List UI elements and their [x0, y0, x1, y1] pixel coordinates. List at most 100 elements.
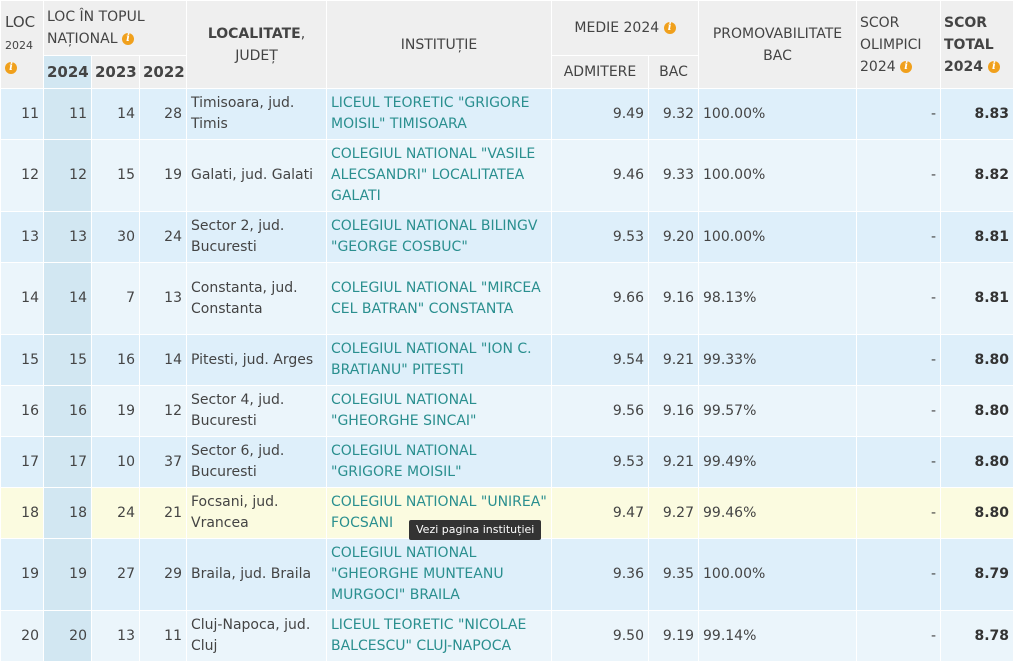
admitere-cell: 9.47	[551, 487, 649, 539]
year-2024-header[interactable]: 2024	[43, 55, 92, 89]
bac-cell: 9.21	[648, 436, 699, 488]
admitere-cell: 9.53	[551, 436, 649, 488]
institution-link[interactable]: LICEUL TEORETIC "NICOLAE BALCESCU" CLUJ-…	[331, 617, 526, 654]
scor-olimpici-cell: -	[856, 538, 941, 611]
institutie-header[interactable]: INSTITUȚIE	[326, 0, 552, 89]
county-name: , jud. Braila	[231, 566, 312, 582]
rank-cell: 13	[0, 211, 44, 263]
promovabilitate-cell: 100.00%	[698, 88, 857, 140]
scor-total-cell: 8.80	[940, 436, 1014, 488]
promovabilitate-cell: 99.46%	[698, 487, 857, 539]
table-row[interactable]: 19 19 27 29 Braila, jud. Braila COLEGIUL NATI…	[0, 538, 1014, 611]
rank-2022-cell: 13	[139, 262, 187, 335]
city-name: Galati	[191, 167, 233, 183]
rank-2022-cell: 14	[139, 334, 187, 386]
promovabilitate-header[interactable]: PROMOVABILITATE BAC	[698, 0, 857, 89]
rank-2023-cell: 27	[91, 538, 140, 611]
city-name: Focsani	[191, 494, 244, 510]
bac-cell: 9.19	[648, 610, 699, 662]
promovabilitate-cell: 99.57%	[698, 385, 857, 437]
info-icon[interactable]: i	[900, 60, 913, 73]
institution-link[interactable]: COLEGIUL NATIONAL "GHEORGHE SINCAI"	[331, 392, 477, 429]
rank-2023-cell: 16	[91, 334, 140, 386]
rank-2022-cell: 37	[139, 436, 187, 488]
rank-cell: 11	[0, 88, 44, 140]
scor-total-cell: 8.80	[940, 385, 1014, 437]
institution-link[interactable]: COLEGIUL NATIONAL BILINGV "GEORGE COSBUC…	[331, 218, 537, 255]
scor-total-cell: 8.83	[940, 88, 1014, 140]
scor-total-cell: 8.80	[940, 487, 1014, 539]
scor-total-header[interactable]: SCOR TOTAL 2024 i	[940, 0, 1014, 89]
admitere-header[interactable]: ADMITERE	[551, 55, 649, 89]
table-row[interactable]: 15 15 16 14 Pitesti, jud. Arges COLEGIUL NATI…	[0, 334, 1014, 386]
city-name: Pitesti	[191, 351, 234, 368]
scor-olimpici-header[interactable]: SCOR OLIMPICI 2024 i	[856, 0, 941, 89]
institution-link[interactable]: LICEUL TEORETIC "GRIGORE MOISIL" TIMISOA…	[331, 95, 530, 132]
rank-2022-cell: 11	[139, 610, 187, 662]
institution-link[interactable]: COLEGIUL NATIONAL "ION C. BRATIANU" PITE…	[331, 341, 532, 378]
rank-cell: 19	[0, 538, 44, 611]
table-row[interactable]: 18 18 24 21 Focsani, jud. Vrancea COLEGIUL NA…	[0, 487, 1014, 540]
scor-total-cell: 8.81	[940, 211, 1014, 263]
info-icon[interactable]: i	[663, 22, 676, 34]
institution-link[interactable]: COLEGIUL NATIONAL "VASILE ALECSANDRI" LO…	[331, 146, 535, 204]
table-row[interactable]: 17 17 10 37 Sector 6, jud. Bucuresti COLEGIUL…	[0, 436, 1014, 488]
bac-header[interactable]: BAC	[648, 55, 699, 89]
institution-link[interactable]: COLEGIUL NATIONAL "MIRCEA CEL BATRAN" CO…	[331, 280, 541, 317]
location-cell: Galati, jud. Galati	[186, 139, 327, 212]
year-2022-header[interactable]: 2022	[139, 55, 187, 89]
info-icon[interactable]: i	[121, 33, 134, 45]
city-name: Braila	[191, 566, 232, 582]
rank-2023-cell: 10	[91, 436, 140, 488]
city-name: Constanta	[191, 279, 263, 296]
loc-header[interactable]: LOC 2024 i	[0, 0, 44, 89]
city-name: Sector 2	[191, 218, 250, 234]
promovabilitate-cell: 99.33%	[698, 334, 857, 386]
bac-cell: 9.21	[648, 334, 699, 386]
info-icon[interactable]: i	[987, 60, 1000, 73]
location-cell: Pitesti, jud. Arges	[186, 334, 327, 386]
location-cell: Timisoara, jud. Timis	[186, 88, 327, 140]
location-cell: Sector 6, jud. Bucuresti	[186, 436, 327, 488]
promovabilitate-cell: 100.00%	[698, 139, 857, 212]
rank-2023-cell: 13	[91, 610, 140, 662]
institution-link[interactable]: COLEGIUL NATIONAL "GRIGORE MOISIL"	[331, 443, 476, 480]
location-cell: Focsani, jud. Vrancea	[186, 487, 327, 539]
rank-cell: 14	[0, 262, 44, 335]
admitere-cell: 9.66	[551, 262, 649, 335]
table-row[interactable]: 11 11 14 28 Timisoara, jud. Timis LICEUL TEOR…	[0, 88, 1014, 140]
table-row[interactable]: 20 20 13 11 Cluj-Napoca, jud. Cluj LICEUL TEO…	[0, 610, 1014, 662]
info-icon[interactable]: i	[5, 62, 17, 74]
bac-cell: 9.35	[648, 538, 699, 611]
location-cell: Sector 2, jud. Bucuresti	[186, 211, 327, 263]
institution-cell: LICEUL TEORETIC "NICOLAE BALCESCU" CLUJ-…	[326, 610, 552, 662]
rank-cell: 16	[0, 385, 44, 437]
table-row[interactable]: 12 12 15 19 Galati, jud. Galati COLEGIUL NATI…	[0, 139, 1014, 212]
year-2023-header[interactable]: 2023	[91, 55, 140, 89]
scor-olimpici-cell: -	[856, 139, 941, 212]
ranking-table: LOC 2024 i LOC ÎN TOPUL NAȚIONAL i LOCAL…	[0, 0, 1014, 662]
promovabilitate-cell: 100.00%	[698, 211, 857, 263]
scor-olimpici-cell: -	[856, 487, 941, 539]
rank-cell: 20	[0, 610, 44, 662]
scor-total-cell: 8.78	[940, 610, 1014, 662]
rank-2024-cell: 11	[43, 88, 92, 140]
rank-2024-cell: 15	[43, 334, 92, 386]
bac-cell: 9.16	[648, 262, 699, 335]
admitere-cell: 9.36	[551, 538, 649, 611]
institution-cell: LICEUL TEORETIC "GRIGORE MOISIL" TIMISOA…	[326, 88, 552, 140]
table-row[interactable]: 13 13 30 24 Sector 2, jud. Bucuresti COLEGIUL…	[0, 211, 1014, 263]
localitate-header[interactable]: LOCALITATE, JUDEȚ	[186, 0, 327, 89]
bac-cell: 9.20	[648, 211, 699, 263]
rank-2024-cell: 19	[43, 538, 92, 611]
location-cell: Constanta, jud. Constanta	[186, 262, 327, 335]
scor-olimpici-cell: -	[856, 211, 941, 263]
location-cell: Sector 4, jud. Bucuresti	[186, 385, 327, 437]
table-row[interactable]: 14 14 7 13 Constanta, jud. Constanta COLEGIUL…	[0, 262, 1014, 335]
rank-2024-cell: 14	[43, 262, 92, 335]
promovabilitate-cell: 99.49%	[698, 436, 857, 488]
institution-link[interactable]: COLEGIUL NATIONAL "GHEORGHE MUNTEANU MUR…	[331, 545, 504, 603]
rank-2023-cell: 15	[91, 139, 140, 212]
table-row[interactable]: 16 16 19 12 Sector 4, jud. Bucuresti COLEGIUL…	[0, 385, 1014, 437]
institution-cell: COLEGIUL NATIONAL "VASILE ALECSANDRI" LO…	[326, 139, 552, 212]
